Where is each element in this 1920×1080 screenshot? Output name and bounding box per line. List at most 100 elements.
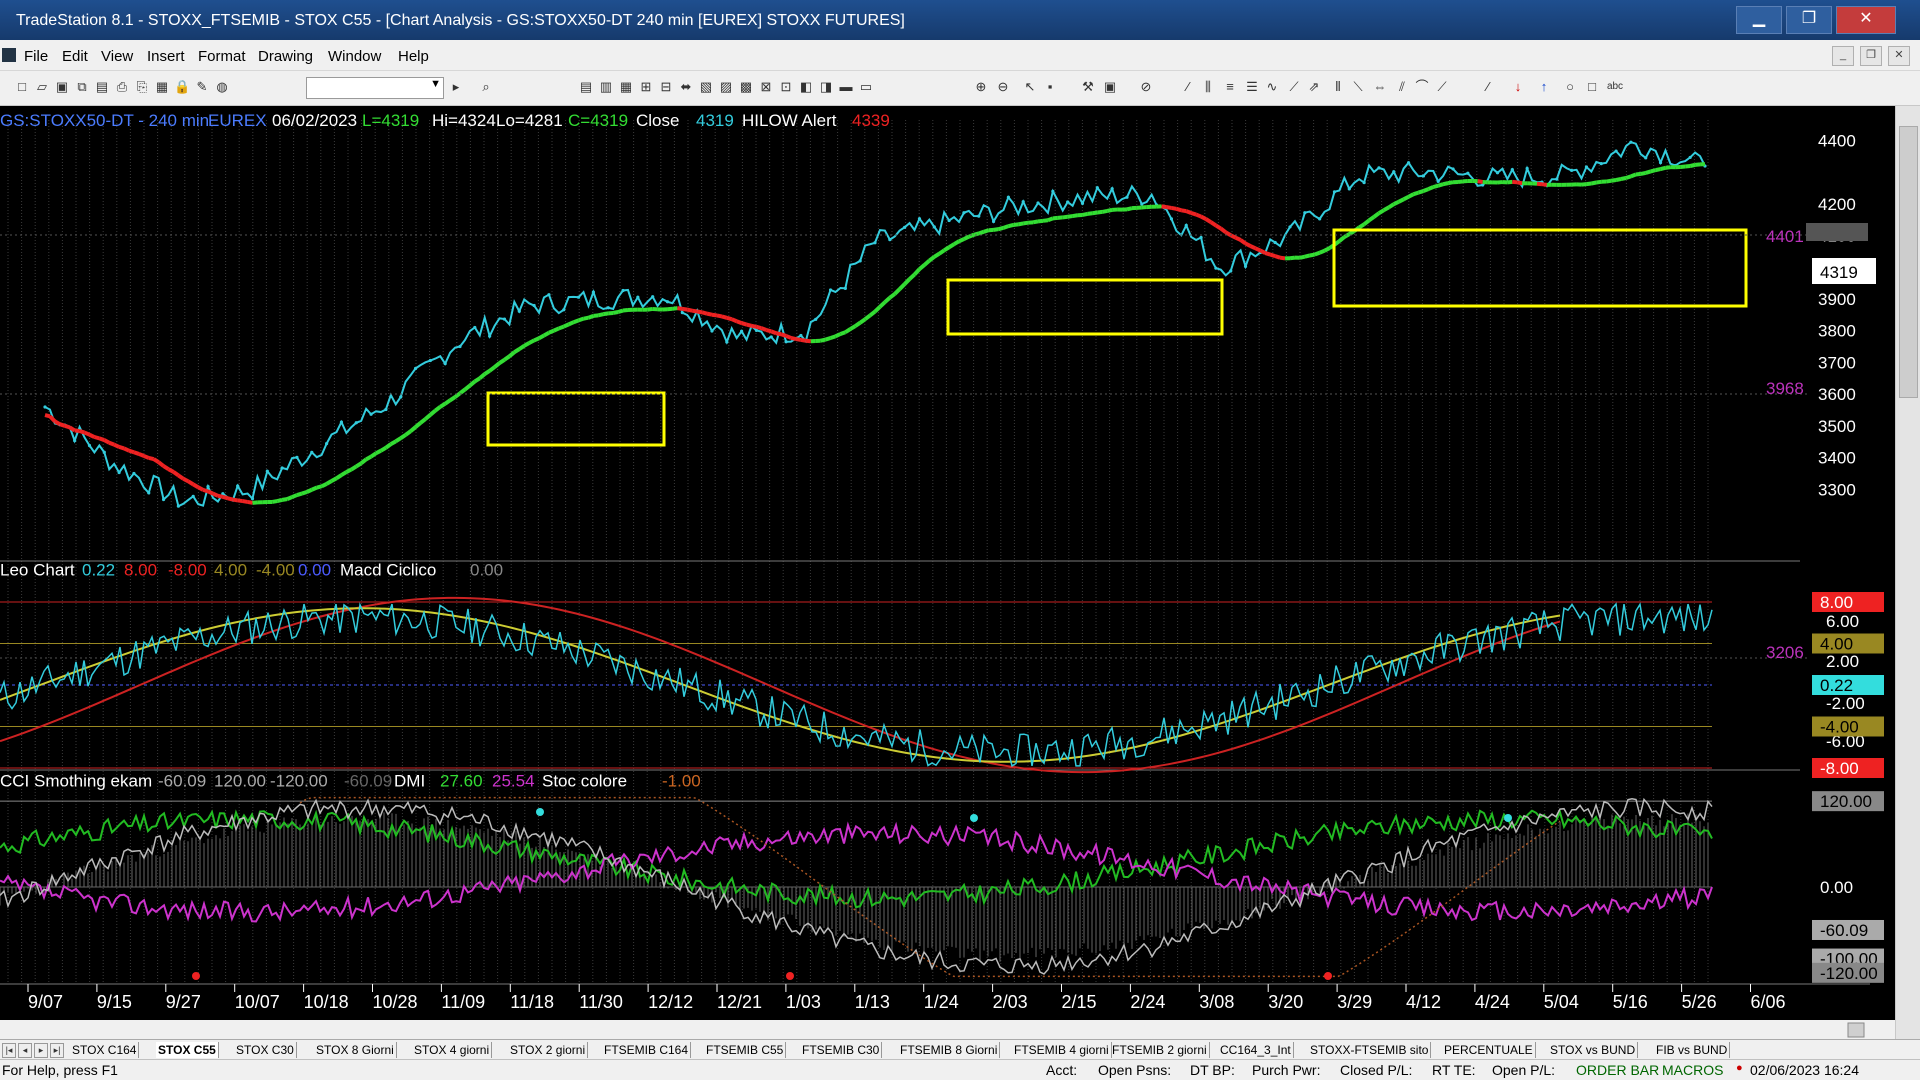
hlines-icon[interactable]: ≡: [1222, 79, 1238, 95]
scrollbar-thumb[interactable]: [1899, 126, 1918, 398]
bars-icon[interactable]: ▧: [698, 79, 714, 95]
rectangle-icon[interactable]: □: [1584, 79, 1600, 95]
ray-icon[interactable]: ⟋: [1286, 79, 1302, 95]
frame-icon[interactable]: ⊡: [778, 79, 794, 95]
tab-16[interactable]: FIB vs BUND: [1654, 1042, 1731, 1058]
open-icon[interactable]: ▱: [34, 79, 50, 95]
globe-icon[interactable]: ◍: [214, 79, 230, 95]
tab-nav-prev-button[interactable]: ◂: [18, 1043, 32, 1058]
clear-icon[interactable]: ⊘: [1138, 79, 1154, 95]
bar-icon[interactable]: ▬: [838, 79, 854, 95]
tab-13[interactable]: STOXX-FTSEMIB sito: [1308, 1042, 1432, 1058]
pen-icon[interactable]: ⟋: [1434, 79, 1450, 95]
tab-11[interactable]: FTSEMIB 2 giorni: [1110, 1042, 1210, 1058]
tab-1[interactable]: STOX C55: [156, 1042, 219, 1058]
ellipse-icon[interactable]: ○: [1562, 79, 1578, 95]
find-icon[interactable]: ⌕: [478, 79, 494, 95]
mdi-restore-button[interactable]: ❐: [1860, 46, 1882, 66]
hatch-icon[interactable]: ▨: [718, 79, 734, 95]
menu-format[interactable]: Format: [198, 48, 246, 65]
menu-window[interactable]: Window: [328, 48, 381, 65]
tab-nav-last-button[interactable]: ▸|: [50, 1043, 64, 1058]
wave-icon[interactable]: ∿: [1264, 79, 1280, 95]
copy-icon[interactable]: ⧉: [74, 79, 90, 95]
pane-icon[interactable]: ◨: [818, 79, 834, 95]
workspace-icon[interactable]: ▦: [154, 79, 170, 95]
fan-icon[interactable]: ⟍: [1350, 79, 1366, 95]
up-arrow-icon[interactable]: ↑: [1536, 79, 1552, 95]
vertical-scrollbar[interactable]: [1895, 106, 1920, 1040]
menu-file[interactable]: File: [24, 48, 48, 65]
lines-icon[interactable]: ☰: [1244, 79, 1260, 95]
app-icon[interactable]: [2, 48, 16, 62]
tab-10[interactable]: FTSEMIB 4 giorni: [1012, 1042, 1112, 1058]
restore-button[interactable]: ❐: [1786, 6, 1832, 34]
chart-area[interactable]: GS:STOXX50-DT - 240 min EUREX 06/02/2023 L=…: [0, 106, 1896, 1040]
tab-nav-next-button[interactable]: ▸: [34, 1043, 48, 1058]
tab-15[interactable]: STOX vs BUND: [1548, 1042, 1639, 1058]
symbol-combo[interactable]: ▼: [306, 77, 444, 99]
zoom-out-icon[interactable]: ⊖: [995, 79, 1011, 95]
menu-help[interactable]: Help: [398, 48, 429, 65]
status-order-bar[interactable]: ORDER BAR: [1576, 1062, 1659, 1078]
table-icon[interactable]: ▥: [598, 79, 614, 95]
tab-nav-first-button[interactable]: |◂: [2, 1043, 16, 1058]
mdi-minimize-button[interactable]: _: [1832, 46, 1854, 66]
tab-0[interactable]: STOX C164: [70, 1042, 140, 1058]
menu-insert[interactable]: Insert: [147, 48, 185, 65]
tab-12[interactable]: CC164_3_Int: [1218, 1042, 1294, 1058]
split-icon[interactable]: ◧: [798, 79, 814, 95]
chevron-down-icon[interactable]: ▼: [430, 78, 441, 90]
lock-icon[interactable]: 🔒: [174, 79, 190, 95]
tab-14[interactable]: PERCENTUALE: [1442, 1042, 1536, 1058]
layout-icon[interactable]: ⊞: [638, 79, 654, 95]
go-arrow-icon[interactable]: ▸: [448, 79, 464, 95]
trendline-icon[interactable]: ⁄: [1180, 79, 1196, 95]
print-preview-icon[interactable]: ⎘: [134, 79, 150, 95]
chart-svg[interactable]: GS:STOXX50-DT - 240 minEUREX 06/02/2023 L=…: [0, 106, 1896, 1040]
tools-icon[interactable]: ⚒: [1080, 79, 1096, 95]
box-icon[interactable]: ⊠: [758, 79, 774, 95]
curve-icon[interactable]: ∕: [1480, 79, 1496, 95]
down-arrow-icon[interactable]: ↓: [1510, 79, 1526, 95]
data-icon[interactable]: ▪: [1042, 79, 1058, 95]
tab-7[interactable]: FTSEMIB C55: [704, 1042, 787, 1058]
window-icon[interactable]: ⊟: [658, 79, 674, 95]
tab-6[interactable]: FTSEMIB C164: [602, 1042, 692, 1058]
fill-icon[interactable]: ▩: [738, 79, 754, 95]
menu-view[interactable]: View: [101, 48, 133, 65]
minimize-button[interactable]: ▁: [1736, 6, 1782, 34]
cross-icon[interactable]: ⬌: [678, 79, 694, 95]
save-icon[interactable]: ▣: [54, 79, 70, 95]
new-icon[interactable]: □: [14, 79, 30, 95]
print-icon[interactable]: ⎙: [114, 79, 130, 95]
wand-icon[interactable]: ✎: [194, 79, 210, 95]
tab-3[interactable]: STOX 8 Giorni: [314, 1042, 397, 1058]
text-icon[interactable]: abc: [1604, 79, 1626, 95]
price-pane-buttons[interactable]: [1806, 223, 1868, 241]
tab-9[interactable]: FTSEMIB 8 Giorni: [898, 1042, 1001, 1058]
menu-drawing[interactable]: Drawing: [258, 48, 313, 65]
horizontal-scrollbar[interactable]: [0, 1020, 1896, 1040]
arrow-line-icon[interactable]: ⇗: [1306, 79, 1322, 95]
horizontal-scrollbar-thumb[interactable]: [1847, 1022, 1865, 1038]
tab-2[interactable]: STOX C30: [234, 1042, 297, 1058]
status-macros[interactable]: MACROS: [1662, 1062, 1723, 1078]
sheet-icon[interactable]: ▦: [618, 79, 634, 95]
tab-8[interactable]: FTSEMIB C30: [800, 1042, 883, 1058]
tab-5[interactable]: STOX 2 giorni: [508, 1042, 589, 1058]
rect-icon[interactable]: ▭: [858, 79, 874, 95]
pointer-icon[interactable]: ↖: [1022, 79, 1038, 95]
menu-edit[interactable]: Edit: [62, 48, 88, 65]
mdi-close-button[interactable]: ✕: [1888, 46, 1910, 66]
folder-icon[interactable]: ▤: [94, 79, 110, 95]
zoom-in-icon[interactable]: ⊕: [973, 79, 989, 95]
grid-icon[interactable]: ▤: [578, 79, 594, 95]
close-button[interactable]: ✕: [1836, 6, 1896, 34]
insert-icon[interactable]: ▣: [1102, 79, 1118, 95]
channel-icon[interactable]: ⦀: [1330, 79, 1346, 95]
horizontal-ray-icon[interactable]: ⇔: [1372, 79, 1388, 95]
parallel-icon[interactable]: ⫽: [1394, 79, 1410, 95]
arc-icon[interactable]: ⌒: [1414, 79, 1430, 95]
tab-4[interactable]: STOX 4 giorni: [412, 1042, 493, 1058]
